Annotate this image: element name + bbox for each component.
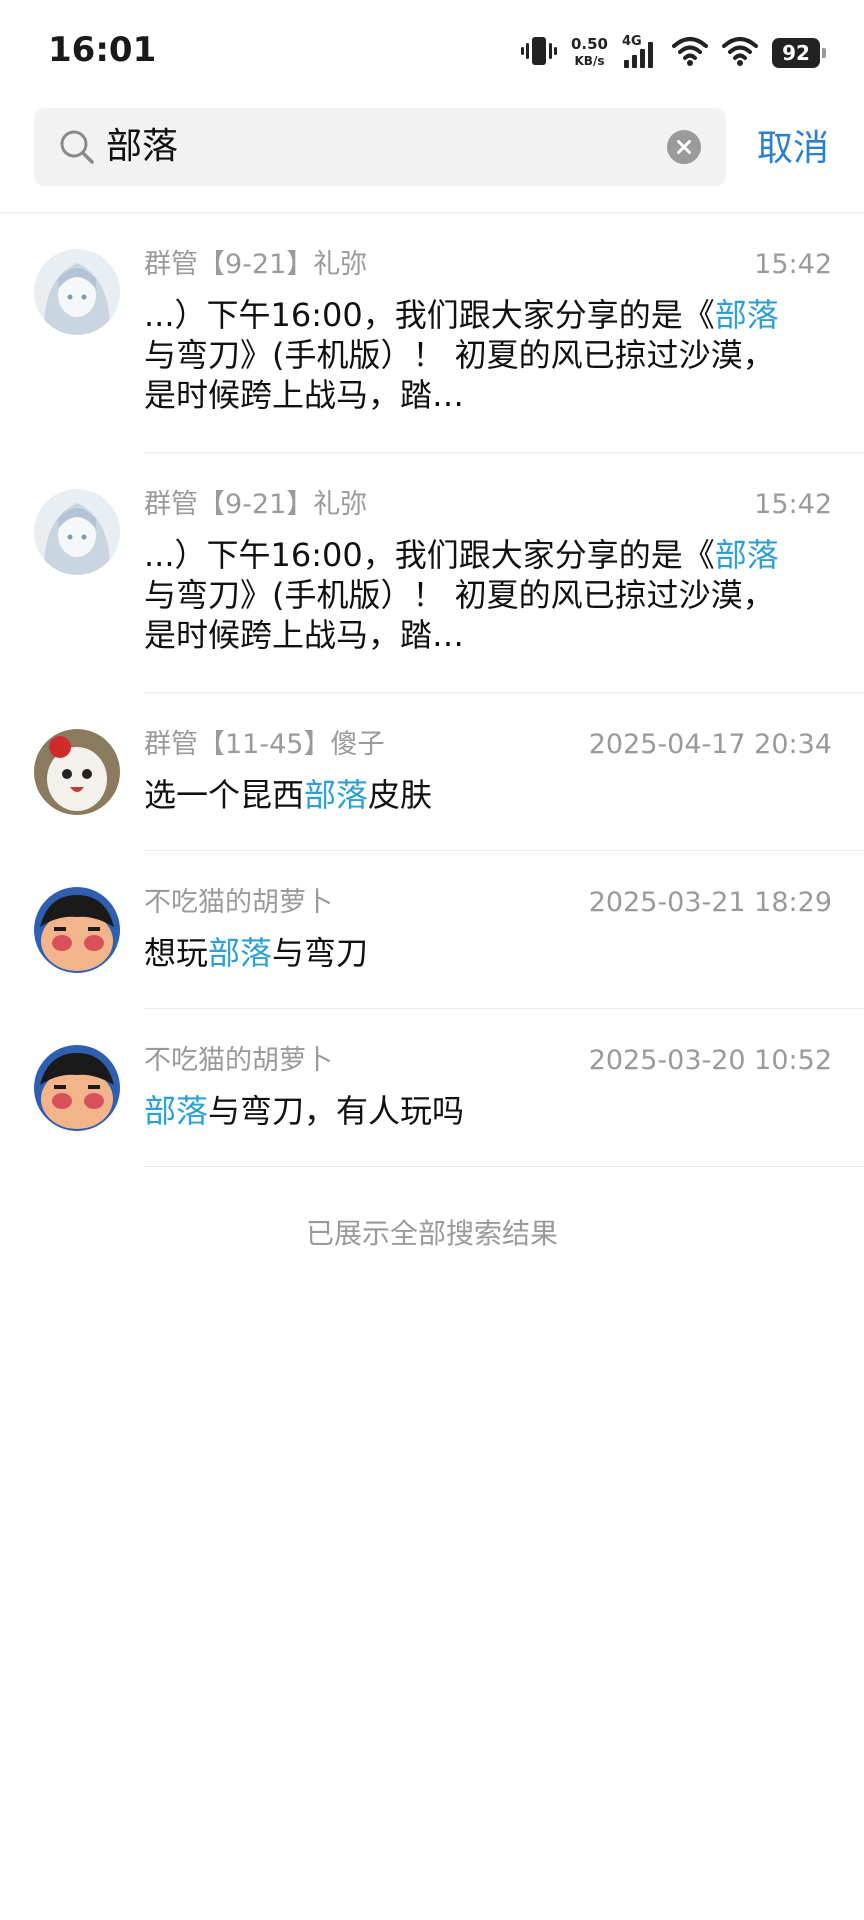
- snippet-text: ...）下午16:00，我们跟大家分享的是《: [144, 296, 715, 334]
- sender-name: 不吃猫的胡萝卜: [144, 887, 333, 918]
- message-snippet: 选一个昆西部落皮肤: [144, 775, 804, 815]
- battery-level: 92: [782, 41, 810, 65]
- status-bar: 16:01 0.50 KB/s 4G 92: [0, 0, 864, 104]
- snippet-text: 皮肤: [368, 776, 433, 814]
- status-time: 16:01: [48, 30, 157, 70]
- network-speed: 0.50 KB/s: [571, 36, 608, 70]
- result-meta: 群管【11-45】傻子 2025-04-17 20:34: [144, 727, 832, 763]
- message-time: 2025-03-21 18:29: [588, 887, 832, 918]
- wifi-icon: [672, 36, 708, 70]
- sender-name: 群管【9-21】礼弥: [144, 249, 368, 280]
- list-item[interactable]: 不吃猫的胡萝卜 2025-03-21 18:29 想玩部落与弯刀: [0, 851, 864, 1009]
- snippet-line: 选一个昆西部落皮肤: [144, 775, 804, 815]
- wifi-icon: [722, 36, 758, 70]
- avatar: [34, 729, 120, 815]
- message-time: 15:42: [754, 489, 832, 520]
- avatar: [34, 887, 120, 973]
- message-time: 2025-04-17 20:34: [588, 729, 832, 760]
- result-meta: 不吃猫的胡萝卜 2025-03-21 18:29: [144, 885, 832, 921]
- avatar: [34, 1045, 120, 1131]
- row-divider: [144, 1166, 864, 1167]
- network-speed-unit: KB/s: [574, 54, 605, 68]
- result-meta: 不吃猫的胡萝卜 2025-03-20 10:52: [144, 1043, 832, 1079]
- clear-icon[interactable]: [667, 130, 701, 164]
- avatar: [34, 489, 120, 575]
- keyword-highlight: 部落: [714, 296, 779, 334]
- search-query: 部落: [106, 126, 179, 167]
- message-snippet: ...）下午16:00，我们跟大家分享的是《部落 与弯刀》(手机版）！ 初夏的风已…: [144, 295, 804, 415]
- message-time: 2025-03-20 10:52: [588, 1045, 832, 1076]
- sender-name: 群管【9-21】礼弥: [144, 489, 368, 520]
- keyword-highlight: 部落: [714, 536, 779, 574]
- message-time: 15:42: [754, 249, 832, 280]
- snippet-text: 与弯刀》(手机版）！ 初夏的风已掠过沙漠，: [144, 576, 775, 614]
- result-meta: 群管【9-21】礼弥 15:42: [144, 487, 832, 523]
- snippet-text: 是时候跨上战马，踏…: [144, 616, 465, 654]
- vibrate-icon: [520, 34, 557, 72]
- end-of-results-note: 已展示全部搜索结果: [305, 1217, 558, 1250]
- snippet-line: 是时候跨上战马，踏…: [144, 615, 804, 655]
- snippet-line: 与弯刀》(手机版）！ 初夏的风已掠过沙漠，: [144, 575, 804, 615]
- snippet-line: ...）下午16:00，我们跟大家分享的是《部落: [144, 535, 804, 575]
- list-item[interactable]: 群管【9-21】礼弥 15:42 ...）下午16:00，我们跟大家分享的是《部…: [0, 213, 864, 453]
- list-item[interactable]: 群管【9-21】礼弥 15:42 ...）下午16:00，我们跟大家分享的是《部…: [0, 453, 864, 693]
- cancel-button[interactable]: 取消: [757, 124, 829, 174]
- signal-icon: 4G: [622, 34, 658, 70]
- list-item[interactable]: 群管【11-45】傻子 2025-04-17 20:34 选一个昆西部落皮肤: [0, 693, 864, 851]
- snippet-text: 是时候跨上战马，踏…: [144, 376, 465, 414]
- snippet-line: 部落与弯刀，有人玩吗: [144, 1091, 804, 1131]
- snippet-text: 与弯刀，有人玩吗: [208, 1092, 465, 1130]
- message-snippet: 想玩部落与弯刀: [144, 933, 804, 973]
- keyword-highlight: 部落: [304, 776, 369, 814]
- snippet-line: 与弯刀》(手机版）！ 初夏的风已掠过沙漠，: [144, 335, 804, 375]
- snippet-text: 想玩: [144, 934, 209, 972]
- battery-icon: 92: [772, 38, 826, 68]
- network-speed-value: 0.50: [570, 35, 608, 53]
- snippet-line: 想玩部落与弯刀: [144, 933, 804, 973]
- snippet-line: 是时候跨上战马，踏…: [144, 375, 804, 415]
- snippet-text: 选一个昆西: [144, 776, 305, 814]
- sender-name: 群管【11-45】傻子: [144, 729, 385, 760]
- snippet-line: ...）下午16:00，我们跟大家分享的是《部落: [144, 295, 804, 335]
- list-item[interactable]: 不吃猫的胡萝卜 2025-03-20 10:52 部落与弯刀，有人玩吗: [0, 1009, 864, 1167]
- snippet-text: 与弯刀》(手机版）！ 初夏的风已掠过沙漠，: [144, 336, 775, 374]
- snippet-text: ...）下午16:00，我们跟大家分享的是《: [144, 536, 715, 574]
- avatar: [34, 249, 120, 335]
- keyword-highlight: 部落: [208, 934, 273, 972]
- keyword-highlight: 部落: [144, 1092, 209, 1130]
- message-snippet: 部落与弯刀，有人玩吗: [144, 1091, 804, 1131]
- search-input[interactable]: 部落: [34, 108, 726, 186]
- result-meta: 群管【9-21】礼弥 15:42: [144, 247, 832, 283]
- sender-name: 不吃猫的胡萝卜: [144, 1045, 333, 1076]
- search-icon: [58, 128, 96, 166]
- results-list: 群管【9-21】礼弥 15:42 ...）下午16:00，我们跟大家分享的是《部…: [0, 213, 864, 1167]
- snippet-text: 与弯刀: [272, 934, 369, 972]
- message-snippet: ...）下午16:00，我们跟大家分享的是《部落 与弯刀》(手机版）！ 初夏的风已…: [144, 535, 804, 655]
- status-icons: 0.50 KB/s 4G 92: [520, 30, 826, 76]
